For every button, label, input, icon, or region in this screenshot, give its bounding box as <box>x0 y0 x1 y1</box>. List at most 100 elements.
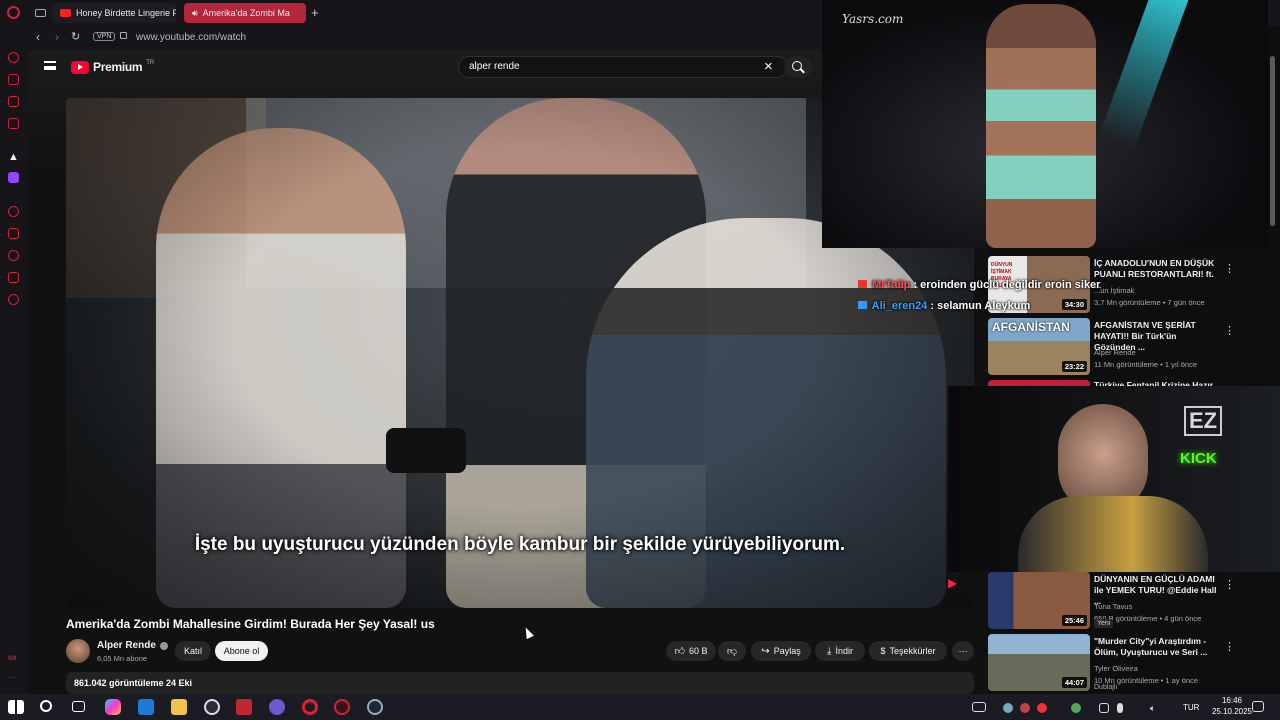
sidebar-clock-icon[interactable] <box>8 250 19 261</box>
clock-time: 16:46 <box>1221 696 1242 705</box>
sidebar-twitch-icon[interactable] <box>8 172 19 183</box>
scrollbar[interactable] <box>1270 56 1275 226</box>
share-button[interactable]: ↪ Paylaş <box>751 641 811 661</box>
discord-icon[interactable] <box>269 699 285 715</box>
tray-security-icon[interactable] <box>1099 703 1109 713</box>
channel-name[interactable]: Alper Rende <box>97 640 168 651</box>
tab-label: Honey Birdette Lingerie F <box>76 8 176 18</box>
forward-icon[interactable]: › <box>55 30 59 44</box>
tray-network-icon[interactable] <box>1071 703 1081 713</box>
chat-message: MrTalip : eroinden güclü değildir eroin … <box>858 279 1100 291</box>
channel-name-label: Alper Rende <box>97 640 156 651</box>
opera-gx-icon[interactable] <box>334 699 350 715</box>
download-icon: ⤓ <box>827 645 832 657</box>
duration-badge: 25:46 <box>1061 615 1087 626</box>
tray-opera-icon[interactable] <box>1037 703 1047 713</box>
windows-start-icon[interactable] <box>8 700 24 714</box>
reload-icon[interactable]: ↻ <box>71 30 80 43</box>
thanks-button[interactable]: $ Teşekkürler <box>869 641 947 661</box>
sidebar-more-icon[interactable]: ··· <box>8 672 17 682</box>
thumbs-up-icon: 👍︎ <box>674 646 685 657</box>
steam-icon[interactable] <box>367 699 383 715</box>
menu-icon[interactable] <box>44 61 56 70</box>
next-video-icon[interactable]: ▶ <box>948 576 957 590</box>
thanks-label: Teşekkürler <box>889 646 936 656</box>
more-vert-icon[interactable]: ⋮ <box>1224 262 1235 275</box>
tab-amerika-zombi[interactable]: 🔊︎ Amerika'da Zombi Ma <box>184 3 306 23</box>
tray-steam-icon[interactable] <box>1003 703 1013 713</box>
clock[interactable]: 16:46 25.10.2025 <box>1212 695 1252 717</box>
search-icon[interactable] <box>40 700 52 712</box>
copilot-icon[interactable] <box>105 699 121 715</box>
vpn-badge[interactable]: VPN <box>93 32 116 41</box>
back-icon[interactable]: ‹ <box>36 30 40 44</box>
chat-text: : selamun Aleykum <box>930 300 1031 312</box>
sidebar-clip-icon[interactable] <box>8 228 19 239</box>
download-button[interactable]: ⤓ İndir <box>815 641 865 661</box>
kick-neon-sign: KICK <box>1180 450 1217 467</box>
sidebar-player-icon[interactable] <box>8 206 19 217</box>
sidebar-notes-icon[interactable] <box>8 118 19 129</box>
tray-app-icon[interactable] <box>1020 703 1030 713</box>
more-actions-button[interactable]: ⋯ <box>952 641 974 661</box>
tab-label: Amerika'da Zombi Ma <box>202 8 290 18</box>
tray-microphone-icon[interactable] <box>1117 703 1123 713</box>
sidebar-history-icon[interactable] <box>8 52 19 63</box>
sidebar-share-icon[interactable] <box>8 272 19 283</box>
sidebar-settings-icon[interactable] <box>8 294 19 305</box>
task-view-icon[interactable] <box>72 701 85 712</box>
more-vert-icon[interactable]: ⋮ <box>1224 324 1235 337</box>
url-field[interactable]: www.youtube.com/watch <box>136 32 246 43</box>
tab-honey-birdette[interactable]: Honey Birdette Lingerie F <box>52 3 176 23</box>
sidebar-bag-icon[interactable] <box>8 74 19 85</box>
dislike-button[interactable]: 👎︎ <box>718 641 746 661</box>
mail-icon[interactable] <box>138 699 154 715</box>
dubbed-badge: Dublajlı <box>1094 684 1118 691</box>
video-thumbnail[interactable]: 44:07 <box>988 634 1090 691</box>
sidebar-gx-icon[interactable]: GX <box>8 656 17 662</box>
file-explorer-icon[interactable] <box>171 699 187 715</box>
subscriber-count: 6,05 Mn abone <box>97 654 148 663</box>
region-label: TR <box>146 59 155 66</box>
list-item[interactable]: 25:46 DÜNYANIN EN GÜÇLÜ ADAMI ile YEMEK … <box>988 572 1278 632</box>
browser-sidebar: ▲ GX ··· <box>0 26 28 694</box>
keyboard-icon[interactable] <box>972 702 986 712</box>
like-button[interactable]: 👍︎ 60 B <box>666 641 716 661</box>
list-item[interactable]: AFGANİSTAN 23:22 AFGANİSTAN VE ŞERİAT HA… <box>988 318 1278 378</box>
tray-volume-icon[interactable]: 🔈︎ <box>1150 703 1160 713</box>
list-item[interactable]: 44:07 "Murder City"yi Araştırdım - Ölüm,… <box>988 634 1278 694</box>
like-count: 60 B <box>688 646 708 656</box>
opera-icon[interactable] <box>302 699 318 715</box>
more-vert-icon[interactable]: ⋮ <box>1224 578 1235 591</box>
video-thumbnail[interactable]: AFGANİSTAN 23:22 <box>988 318 1090 375</box>
chat-message: Ali_eren24 : selamun Aleykum <box>858 300 1030 312</box>
streamer-body <box>1018 496 1208 572</box>
search-button[interactable] <box>784 56 812 78</box>
new-tab-button[interactable]: + <box>311 5 319 20</box>
sidebar-aria-icon[interactable]: ▲ <box>8 151 19 163</box>
thumbs-down-icon: 👎︎ <box>726 646 738 657</box>
rec-meta: 11 Mn görüntüleme • 1 yıl önce <box>1094 360 1197 369</box>
premium-label: Premium <box>93 60 143 74</box>
description-box[interactable]: 861.042 görüntüleme 24 Eki <box>66 672 974 694</box>
clear-search-icon[interactable]: × <box>764 58 773 75</box>
app-voicemod-icon[interactable] <box>236 699 252 715</box>
subscribe-button[interactable]: Abone ol <box>215 641 268 661</box>
search-input[interactable]: alper rende <box>458 56 788 78</box>
rec-meta: 3,7 Mn görüntüleme • 7 gün önce <box>1094 298 1205 307</box>
sidebar-messenger-icon[interactable] <box>8 96 19 107</box>
more-vert-icon[interactable]: ⋮ <box>1224 640 1235 653</box>
duration-badge: 44:07 <box>1061 677 1087 688</box>
opera-logo-icon[interactable] <box>7 6 20 19</box>
notification-icon[interactable] <box>1252 701 1264 712</box>
share-icon: ↪ <box>761 645 770 657</box>
youtube-logo[interactable]: Premium TR <box>71 60 154 74</box>
obs-icon[interactable] <box>204 699 220 715</box>
video-thumbnail[interactable]: 25:46 <box>988 572 1090 629</box>
tab-switcher-icon[interactable] <box>35 9 46 17</box>
speaker-icon: 🔊︎ <box>192 7 198 18</box>
join-button[interactable]: Katıl <box>175 641 211 661</box>
input-language[interactable]: TUR <box>1183 703 1199 712</box>
channel-avatar[interactable] <box>66 639 90 663</box>
thumb-caption: AFGANİSTAN <box>992 320 1070 334</box>
